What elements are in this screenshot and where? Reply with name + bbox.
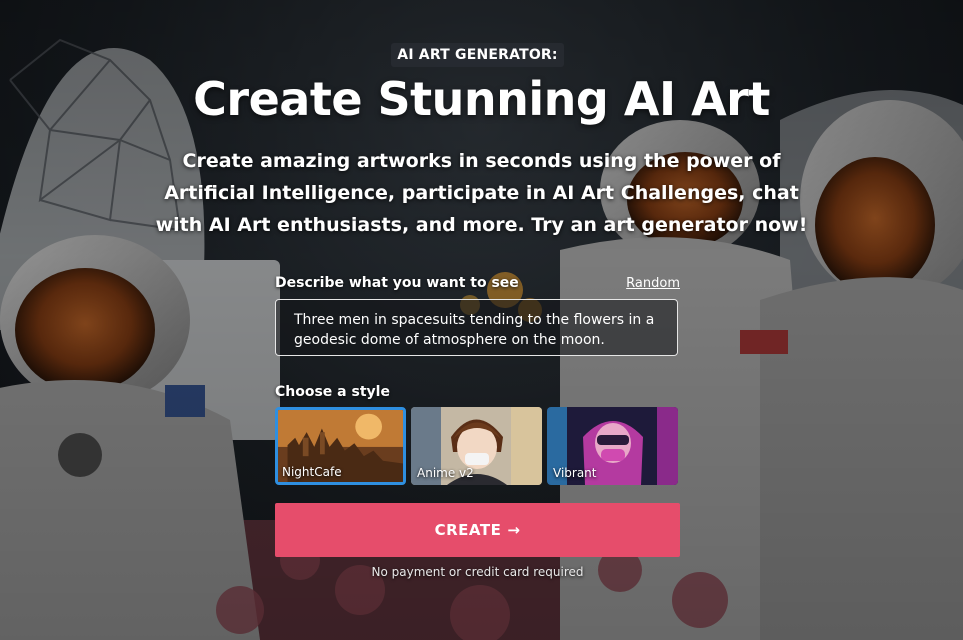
style-name: NightCafe xyxy=(282,465,342,479)
create-button[interactable]: CREATE → xyxy=(275,503,680,557)
hero-section: AI ART GENERATOR: Create Stunning AI Art… xyxy=(0,0,963,640)
style-label: Choose a style xyxy=(275,384,390,400)
create-label: CREATE xyxy=(434,521,502,539)
eyebrow-badge: AI ART GENERATOR: xyxy=(391,43,564,67)
random-prompt-link[interactable]: Random xyxy=(626,276,680,291)
style-option-anime-v2[interactable]: Anime v2 xyxy=(411,407,542,485)
style-name: Vibrant xyxy=(553,466,597,480)
arrow-right-icon: → xyxy=(507,521,521,539)
generator-form: Describe what you want to see Random Thr… xyxy=(275,272,680,579)
no-payment-note: No payment or credit card required xyxy=(371,565,584,579)
prompt-input[interactable]: Three men in spacesuits tending to the f… xyxy=(275,299,678,356)
style-option-vibrant[interactable]: Vibrant xyxy=(547,407,678,485)
hero-content: AI ART GENERATOR: Create Stunning AI Art… xyxy=(0,0,963,640)
page-subtitle: Create amazing artworks in seconds using… xyxy=(155,150,808,236)
style-name: Anime v2 xyxy=(417,466,474,480)
prompt-label-row: Describe what you want to see Random xyxy=(275,272,680,294)
page-title: Create Stunning AI Art xyxy=(193,72,770,126)
style-options: NightCafe Anime v2 Vibrant xyxy=(275,407,680,485)
style-option-nightcafe[interactable]: NightCafe xyxy=(275,407,406,485)
prompt-label: Describe what you want to see xyxy=(275,275,519,291)
